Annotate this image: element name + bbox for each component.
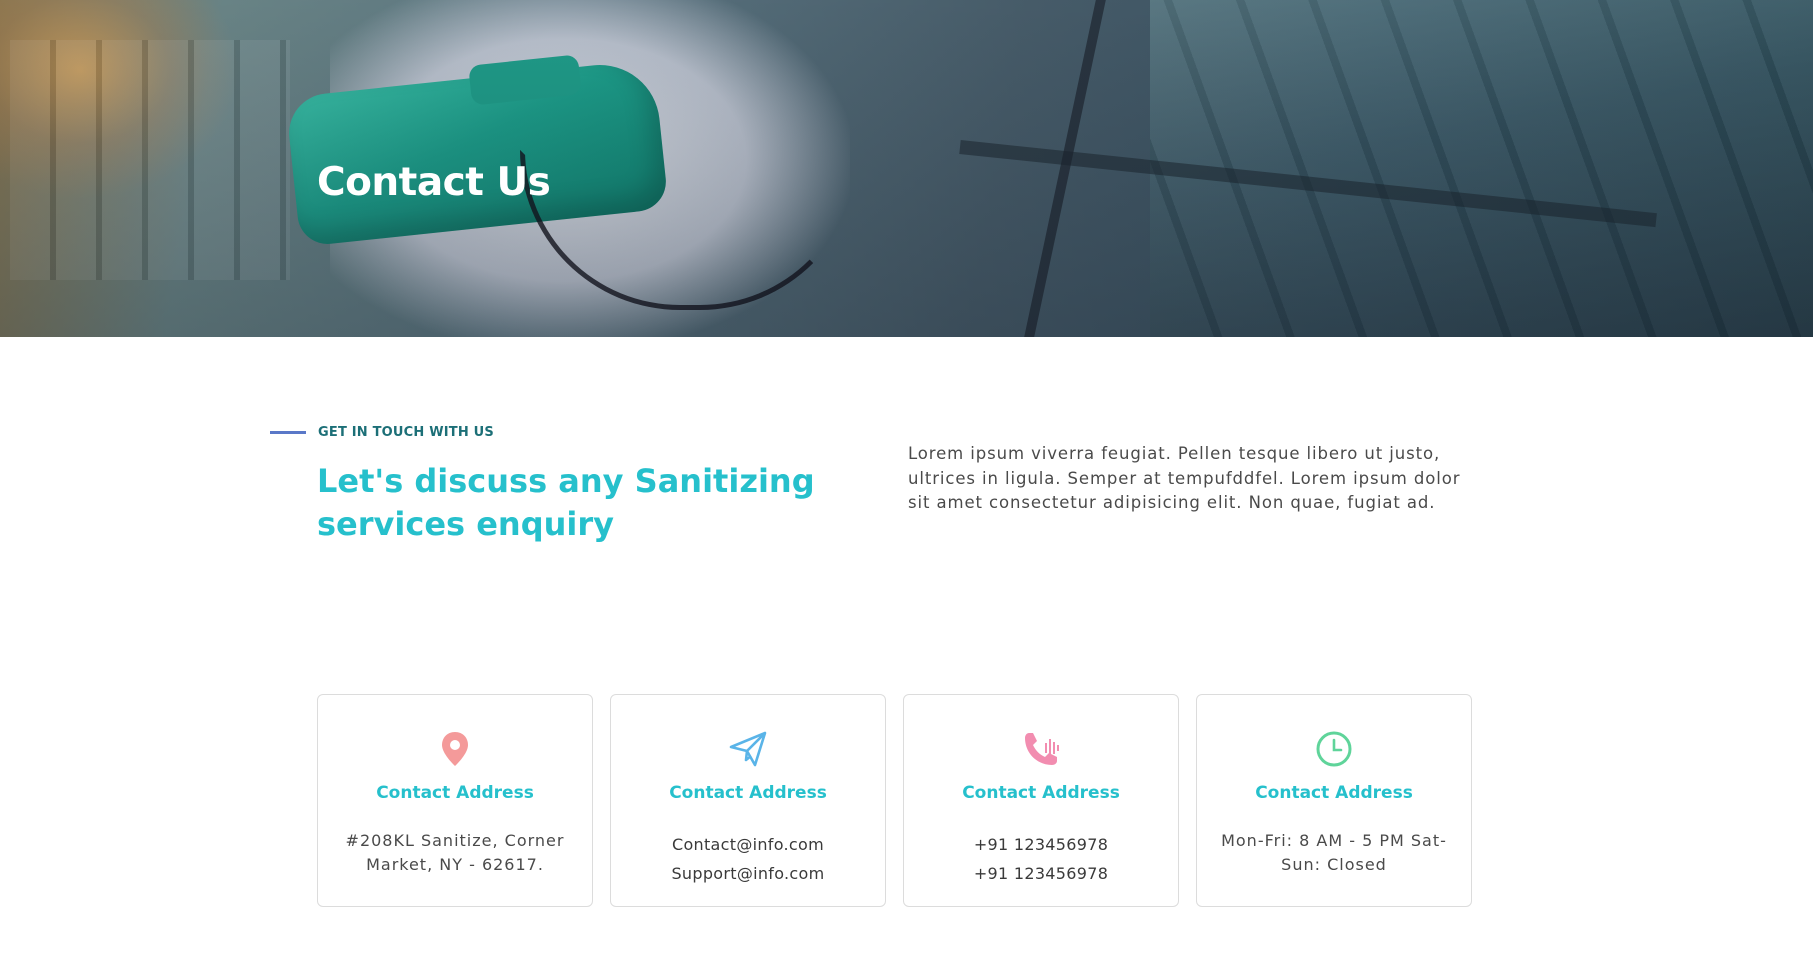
card-address-text: #208KL Sanitize, Corner Market, NY - 626… bbox=[345, 831, 565, 874]
card-title: Contact Address bbox=[962, 783, 1120, 803]
paper-plane-icon bbox=[728, 729, 768, 769]
clock-icon bbox=[1314, 729, 1354, 769]
location-pin-icon bbox=[435, 729, 475, 769]
eyebrow-line bbox=[270, 431, 306, 434]
contact-info-cards: Contact Address #208KL Sanitize, Corner … bbox=[317, 694, 1472, 907]
email-primary[interactable]: Contact@info.com bbox=[629, 830, 867, 859]
card-title: Contact Address bbox=[1255, 783, 1413, 803]
phone-call-icon bbox=[1021, 729, 1061, 769]
contact-card-email: Contact Address Contact@info.com Support… bbox=[610, 694, 886, 907]
contact-card-address: Contact Address #208KL Sanitize, Corner … bbox=[317, 694, 593, 907]
email-support[interactable]: Support@info.com bbox=[629, 859, 867, 888]
card-phone-list: +91 123456978 +91 123456978 bbox=[922, 830, 1160, 888]
contact-card-hours: Contact Address Mon-Fri: 8 AM - 5 PM Sat… bbox=[1196, 694, 1472, 907]
section-eyebrow: GET IN TOUCH WITH US bbox=[270, 425, 494, 440]
section-description: Lorem ipsum viverra feugiat. Pellen tesq… bbox=[908, 444, 1461, 512]
contact-card-phone: Contact Address +91 123456978 +91 123456… bbox=[903, 694, 1179, 907]
card-title: Contact Address bbox=[376, 783, 534, 803]
card-hours-text: Mon-Fri: 8 AM - 5 PM Sat-Sun: Closed bbox=[1221, 831, 1447, 874]
card-title: Contact Address bbox=[669, 783, 827, 803]
eyebrow-text: GET IN TOUCH WITH US bbox=[318, 425, 494, 440]
section-headline: Let's discuss any Sanitizing services en… bbox=[317, 462, 815, 543]
hero-overlay bbox=[0, 0, 1813, 337]
card-email-list: Contact@info.com Support@info.com bbox=[629, 830, 867, 888]
phone-number-1[interactable]: +91 123456978 bbox=[922, 830, 1160, 859]
phone-number-2[interactable]: +91 123456978 bbox=[922, 859, 1160, 888]
page-title: Contact Us bbox=[317, 160, 551, 205]
page-hero-banner: Contact Us bbox=[0, 0, 1813, 337]
